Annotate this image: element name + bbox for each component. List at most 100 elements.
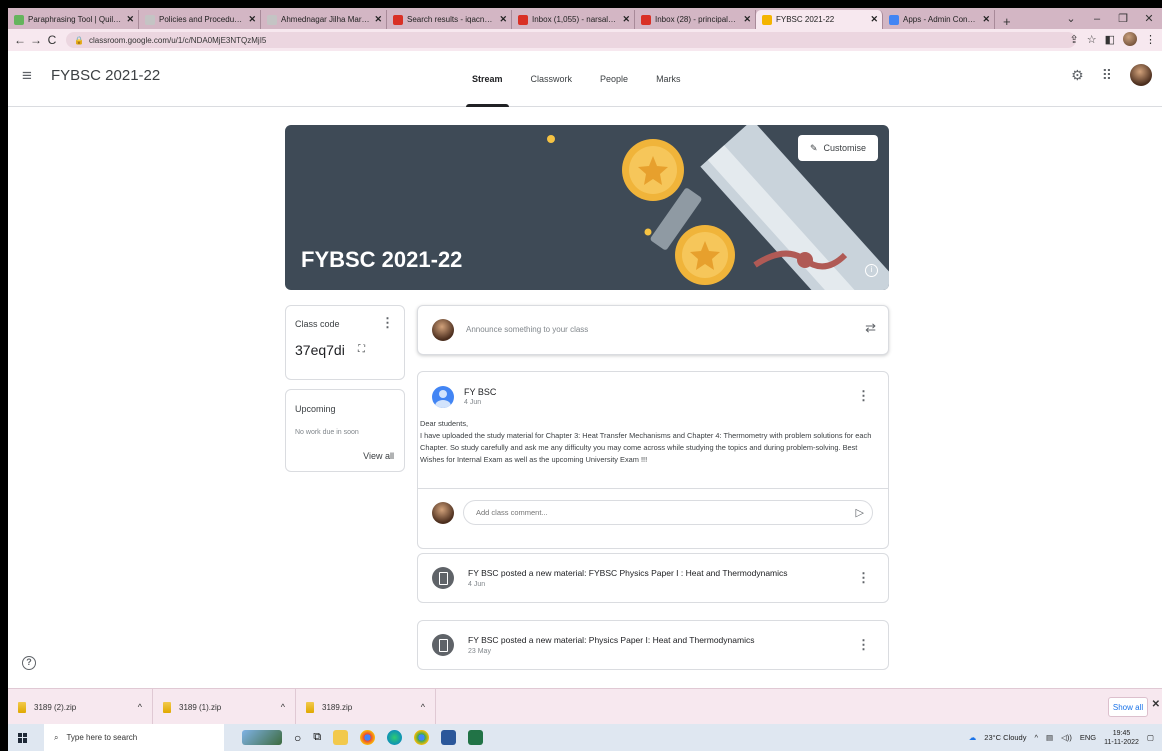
- material-more-options-icon[interactable]: ⋮: [857, 570, 870, 586]
- chrome-icon[interactable]: [360, 730, 376, 745]
- download-item[interactable]: 3189.zip ^: [296, 689, 436, 725]
- customise-button[interactable]: ✎ Customise: [798, 135, 878, 161]
- tab-favicon-icon: [393, 14, 403, 25]
- excel-icon[interactable]: [468, 730, 484, 745]
- tab-close-icon[interactable]: ✕: [622, 14, 630, 25]
- zip-file-icon: [163, 701, 171, 713]
- restore-icon[interactable]: ❐: [1110, 12, 1136, 25]
- chevron-up-icon[interactable]: ^: [421, 702, 425, 712]
- material-post[interactable]: FY BSC posted a new material: Physics Pa…: [417, 620, 889, 670]
- edge-icon[interactable]: [387, 730, 403, 745]
- browser-tab[interactable]: Inbox (1,055) - narsaleraj ✕: [512, 10, 635, 29]
- clock[interactable]: 19:45 11-11-2022: [1104, 729, 1139, 747]
- tab-close-icon[interactable]: ✕: [126, 14, 134, 25]
- comment-box[interactable]: ▷: [463, 500, 873, 525]
- bookmark-star-icon[interactable]: ☆: [1087, 33, 1097, 46]
- sidepanel-icon[interactable]: ◧: [1105, 33, 1115, 46]
- tab-search-icon[interactable]: ⌄: [1058, 12, 1084, 25]
- browser-tab[interactable]: Policies and Procedures - ✕: [139, 10, 261, 29]
- tab-close-icon[interactable]: ✕: [248, 14, 256, 25]
- download-item[interactable]: 3189 (1).zip ^: [153, 689, 296, 725]
- browser-tab[interactable]: Search results - iqacnacsp ✕: [387, 10, 512, 29]
- tab-stream[interactable]: Stream: [458, 51, 517, 107]
- download-item[interactable]: 3189 (2).zip ^: [8, 689, 153, 725]
- forward-icon[interactable]: →: [28, 33, 44, 47]
- back-icon[interactable]: ←: [12, 33, 28, 47]
- upcoming-card: Upcoming No work due in soon View all: [285, 389, 405, 472]
- send-icon[interactable]: ▷: [856, 506, 864, 519]
- info-icon[interactable]: i: [865, 264, 878, 277]
- taskbar-search[interactable]: ⌕ Type here to search: [44, 724, 224, 751]
- weather-text[interactable]: 23°C Cloudy: [984, 733, 1026, 742]
- tab-close-icon[interactable]: ✕: [982, 14, 990, 25]
- post-more-options-icon[interactable]: ⋮: [857, 388, 870, 404]
- news-widget-icon[interactable]: [242, 730, 282, 745]
- class-title[interactable]: FYBSC 2021-22: [51, 67, 160, 84]
- chevron-up-icon[interactable]: ^: [138, 702, 142, 712]
- browser-tab[interactable]: Inbox (28) - principal@ne ✕: [635, 10, 756, 29]
- tab-title: Search results - iqacnacsp: [407, 15, 496, 24]
- reload-icon[interactable]: C: [44, 33, 60, 47]
- fullscreen-icon[interactable]: ⛶: [358, 344, 365, 355]
- network-icon[interactable]: ▤: [1046, 733, 1053, 742]
- tab-people[interactable]: People: [586, 51, 642, 107]
- tab-close-icon[interactable]: ✕: [499, 14, 507, 25]
- browser-tab[interactable]: Paraphrasing Tool | QuillB... ✕: [8, 10, 139, 29]
- tab-classwork[interactable]: Classwork: [517, 51, 587, 107]
- window-controls: ⌄ – ❐ ✕: [1058, 8, 1162, 29]
- start-button[interactable]: [8, 732, 38, 743]
- view-all-link[interactable]: View all: [363, 451, 394, 461]
- profile-avatar[interactable]: [1123, 32, 1137, 46]
- material-more-options-icon[interactable]: ⋮: [857, 637, 870, 653]
- notifications-icon[interactable]: ▢: [1147, 733, 1154, 742]
- more-options-icon[interactable]: ⋮: [381, 315, 394, 331]
- download-filename: 3189 (2).zip: [34, 702, 77, 712]
- minimize-icon[interactable]: –: [1084, 13, 1110, 25]
- clock-date: 11-11-2022: [1104, 738, 1139, 746]
- tray-chevron-icon[interactable]: ^: [1034, 733, 1038, 742]
- account-avatar[interactable]: [1130, 64, 1152, 86]
- help-icon[interactable]: ?: [22, 656, 36, 670]
- browser-tab[interactable]: Ahmednagar Jilha Marathi ✕: [261, 10, 387, 29]
- material-post[interactable]: FY BSC posted a new material: FYBSC Phys…: [417, 553, 889, 603]
- hamburger-menu-icon[interactable]: ≡: [22, 66, 32, 86]
- browser-tab[interactable]: FYBSC 2021-22 ✕: [756, 10, 883, 29]
- volume-icon[interactable]: ◁)): [1061, 733, 1072, 742]
- url-field[interactable]: 🔒 classroom.google.com/u/1/c/NDA0MjE3NTQ…: [66, 32, 1076, 48]
- material-icon: [432, 634, 454, 656]
- tab-marks[interactable]: Marks: [642, 51, 695, 107]
- post-text: I have uploaded the study material for C…: [420, 431, 872, 464]
- repost-icon[interactable]: ⇄: [865, 320, 876, 336]
- zip-file-icon: [306, 701, 314, 713]
- task-view-icon[interactable]: ⧉: [313, 731, 321, 744]
- tab-favicon-icon: [14, 14, 24, 25]
- close-icon[interactable]: ✕: [1152, 699, 1160, 710]
- announce-placeholder[interactable]: Announce something to your class: [466, 325, 588, 334]
- window-close-icon[interactable]: ✕: [1136, 12, 1162, 25]
- user-avatar: [432, 319, 454, 341]
- tab-close-icon[interactable]: ✕: [870, 14, 878, 25]
- file-explorer-icon[interactable]: [333, 730, 349, 745]
- browser-menu-icon[interactable]: ⋮: [1145, 33, 1156, 46]
- tab-close-icon[interactable]: ✕: [374, 14, 382, 25]
- settings-gear-icon[interactable]: ⚙: [1071, 67, 1084, 84]
- chevron-up-icon[interactable]: ^: [281, 702, 285, 712]
- show-all-button[interactable]: Show all: [1108, 697, 1148, 717]
- class-banner: FYBSC 2021-22 ✎ Customise i: [285, 125, 889, 290]
- browser-tab[interactable]: Apps - Admin Console ✕: [883, 10, 995, 29]
- word-icon[interactable]: [441, 730, 457, 745]
- announce-box[interactable]: Announce something to your class ⇄: [417, 305, 889, 355]
- share-icon[interactable]: ⇪: [1070, 33, 1079, 46]
- cortana-icon[interactable]: ○: [294, 731, 301, 745]
- upcoming-title: Upcoming: [295, 404, 336, 414]
- class-nav-tabs: Stream Classwork People Marks: [458, 51, 695, 107]
- new-tab-button[interactable]: +: [995, 14, 1019, 29]
- tab-title: Paraphrasing Tool | QuillB...: [28, 15, 123, 24]
- tab-close-icon[interactable]: ✕: [743, 14, 751, 25]
- post-author: FY BSC: [464, 387, 497, 397]
- class-comment-input[interactable]: [476, 508, 836, 517]
- language-indicator[interactable]: ENG: [1080, 733, 1096, 742]
- apps-grid-icon[interactable]: ⠿: [1102, 67, 1112, 84]
- chrome-profile-icon[interactable]: [414, 730, 430, 745]
- taskbar-search-text: Type here to search: [66, 733, 138, 742]
